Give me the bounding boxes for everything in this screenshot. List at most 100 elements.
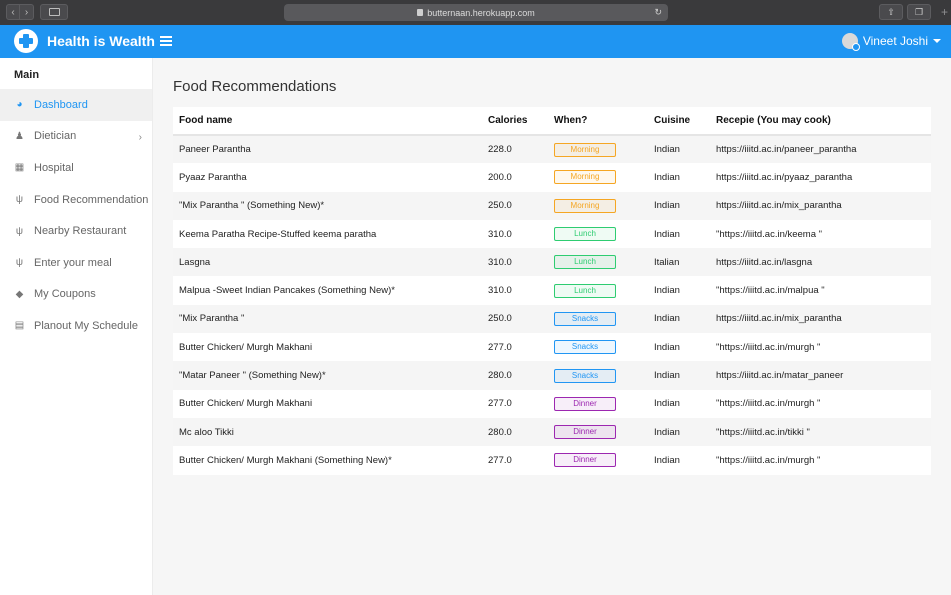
meal-time-badge: Dinner xyxy=(554,396,616,411)
cuisine-cell: Indian xyxy=(648,191,710,220)
lock-icon xyxy=(417,9,424,16)
sidebar-item-food-recommendation[interactable]: ψ Food Recommendation xyxy=(0,184,152,216)
app-title: Health is Wealth xyxy=(47,33,155,49)
user-menu[interactable]: Vineet Joshi xyxy=(841,33,941,51)
food-name-cell: "Matar Paneer " (Something New)* xyxy=(173,361,482,390)
sidebar-item-label: Nearby Restaurant xyxy=(34,225,127,238)
table-row: Butter Chicken/ Murgh Makhani 277.0 Dinner… xyxy=(173,389,931,418)
recipe-cell: "https://iiitd.ac.in/tikki " xyxy=(710,417,931,447)
sidebar: Main ◕ Dashboard ♟ Dietician › ▦ Hospital ψ Food… xyxy=(0,58,153,595)
back-icon[interactable]: ‹ xyxy=(6,4,20,20)
when-cell: Snacks xyxy=(548,333,648,362)
browser-nav-buttons: ‹ › xyxy=(6,4,34,20)
food-table: Food name Calories When? Cuisine Recepie… xyxy=(173,107,931,475)
calories-cell: 228.0 xyxy=(482,135,548,164)
calories-cell: 310.0 xyxy=(482,276,548,305)
cuisine-cell: Indian xyxy=(648,163,710,192)
meal-time-badge: Morning xyxy=(554,198,616,213)
calories-cell: 310.0 xyxy=(482,219,548,249)
cuisine-cell: Indian xyxy=(648,389,710,418)
tabs-icon[interactable]: ❐ xyxy=(907,4,931,20)
cuisine-cell: Indian xyxy=(648,219,710,249)
food-name-cell: "Mix Parantha " xyxy=(173,304,482,334)
main-content: Food Recommendations Food name Calories … xyxy=(173,78,931,475)
food-name-cell: Mc aloo Tikki xyxy=(173,417,482,447)
recipe-cell: "https://iiitd.ac.in/murgh " xyxy=(710,333,931,362)
meal-time-badge: Morning xyxy=(554,142,616,157)
cuisine-cell: Indian xyxy=(648,276,710,305)
food-name-cell: Lasgna xyxy=(173,248,482,277)
meal-time-badge: Lunch xyxy=(554,255,616,270)
column-header-recipe: Recepie (You may cook) xyxy=(710,107,931,136)
table-row: Paneer Parantha 228.0 Morning Indian https:/… xyxy=(173,135,931,164)
column-header-calories: Calories xyxy=(482,107,548,136)
avatar xyxy=(841,33,860,51)
recipe-cell: https://iiitd.ac.in/mix_parantha xyxy=(710,191,931,220)
browser-sidebar-icon[interactable] xyxy=(40,4,68,20)
browser-toolbar: ‹ › butternaan.herokuapp.com ↻ ⇧ ❐ + xyxy=(0,0,951,25)
recipe-cell: https://iiitd.ac.in/paneer_parantha xyxy=(710,135,931,164)
table-row: Lasgna 310.0 Lunch Italian https://iiitd.ac.… xyxy=(173,248,931,277)
caret-down-icon xyxy=(933,39,941,43)
table-row: Malpua -Sweet Indian Pancakes (Something… xyxy=(173,276,931,305)
recipe-cell: https://iiitd.ac.in/matar_paneer xyxy=(710,361,931,390)
sidebar-heading: Main xyxy=(14,69,40,81)
cuisine-cell: Indian xyxy=(648,446,710,475)
sidebar-item-enter-your-meal[interactable]: ψ Enter your meal xyxy=(0,247,152,279)
cuisine-cell: Indian xyxy=(648,361,710,390)
dashboard-icon: ◕ xyxy=(16,99,23,111)
brand[interactable]: Health is Wealth xyxy=(14,29,155,53)
sidebar-item-dietician[interactable]: ♟ Dietician › xyxy=(0,121,152,153)
food-name-cell: Keema Paratha Recipe-Stuffed keema parat… xyxy=(173,219,482,249)
when-cell: Morning xyxy=(548,135,648,164)
reload-icon[interactable]: ↻ xyxy=(654,7,662,18)
meal-time-badge: Dinner xyxy=(554,453,616,468)
sidebar-item-label: My Coupons xyxy=(34,288,96,301)
sidebar-item-planout-my-schedule[interactable]: ▤ Planout My Schedule xyxy=(0,310,152,342)
page-title: Food Recommendations xyxy=(173,78,337,95)
new-tab-icon[interactable]: + xyxy=(941,5,948,19)
recipe-cell: https://iiitd.ac.in/pyaaz_parantha xyxy=(710,163,931,192)
cuisine-cell: Indian xyxy=(648,135,710,164)
when-cell: Snacks xyxy=(548,361,648,390)
hospital-icon: ▦ xyxy=(14,162,25,174)
column-header-cuisine: Cuisine xyxy=(648,107,710,136)
sidebar-item-dashboard[interactable]: ◕ Dashboard xyxy=(0,89,152,121)
tag-icon: ◆ xyxy=(15,288,24,300)
cuisine-cell: Indian xyxy=(648,333,710,362)
meal-time-badge: Snacks xyxy=(554,340,616,355)
food-name-cell: Butter Chicken/ Murgh Makhani xyxy=(173,333,482,362)
table-row: Mc aloo Tikki 280.0 Dinner Indian "https://i… xyxy=(173,417,931,447)
food-name-cell: Pyaaz Parantha xyxy=(173,163,482,192)
cutlery-icon: ψ xyxy=(15,257,24,269)
table-row: Pyaaz Parantha 200.0 Morning Indian https://… xyxy=(173,163,931,192)
food-name-cell: Malpua -Sweet Indian Pancakes (Something… xyxy=(173,276,482,305)
sidebar-item-hospital[interactable]: ▦ Hospital xyxy=(0,152,152,184)
meal-time-badge: Lunch xyxy=(554,227,616,242)
chevron-right-icon: › xyxy=(138,131,142,143)
meal-time-badge: Lunch xyxy=(554,283,616,298)
calendar-icon: ▤ xyxy=(14,320,25,332)
address-bar[interactable]: butternaan.herokuapp.com ↻ xyxy=(284,4,668,21)
when-cell: Dinner xyxy=(548,389,648,418)
when-cell: Lunch xyxy=(548,276,648,305)
table-header-row: Food name Calories When? Cuisine Recepie… xyxy=(173,107,931,136)
column-header-when: When? xyxy=(548,107,648,136)
forward-icon[interactable]: › xyxy=(20,4,34,20)
recipe-cell: "https://iiitd.ac.in/keema " xyxy=(710,219,931,249)
table-row: Butter Chicken/ Murgh Makhani 277.0 Snacks… xyxy=(173,333,931,362)
menu-toggle-icon[interactable] xyxy=(160,36,172,46)
food-name-cell: "Mix Parantha " (Something New)* xyxy=(173,191,482,220)
table-row: "Matar Paneer " (Something New)* 280.0 Sna… xyxy=(173,361,931,390)
when-cell: Snacks xyxy=(548,304,648,334)
sidebar-item-nearby-restaurant[interactable]: ψ Nearby Restaurant xyxy=(0,215,152,247)
calories-cell: 250.0 xyxy=(482,304,548,334)
cutlery-icon: ψ xyxy=(15,194,24,206)
recipe-cell: "https://iiitd.ac.in/malpua " xyxy=(710,276,931,305)
sidebar-item-my-coupons[interactable]: ◆ My Coupons xyxy=(0,279,152,311)
table-row: "Mix Parantha " (Something New)* 250.0 Mor… xyxy=(173,191,931,220)
medical-cross-icon xyxy=(14,29,38,53)
calories-cell: 280.0 xyxy=(482,417,548,447)
when-cell: Morning xyxy=(548,163,648,192)
share-icon[interactable]: ⇧ xyxy=(879,4,903,20)
